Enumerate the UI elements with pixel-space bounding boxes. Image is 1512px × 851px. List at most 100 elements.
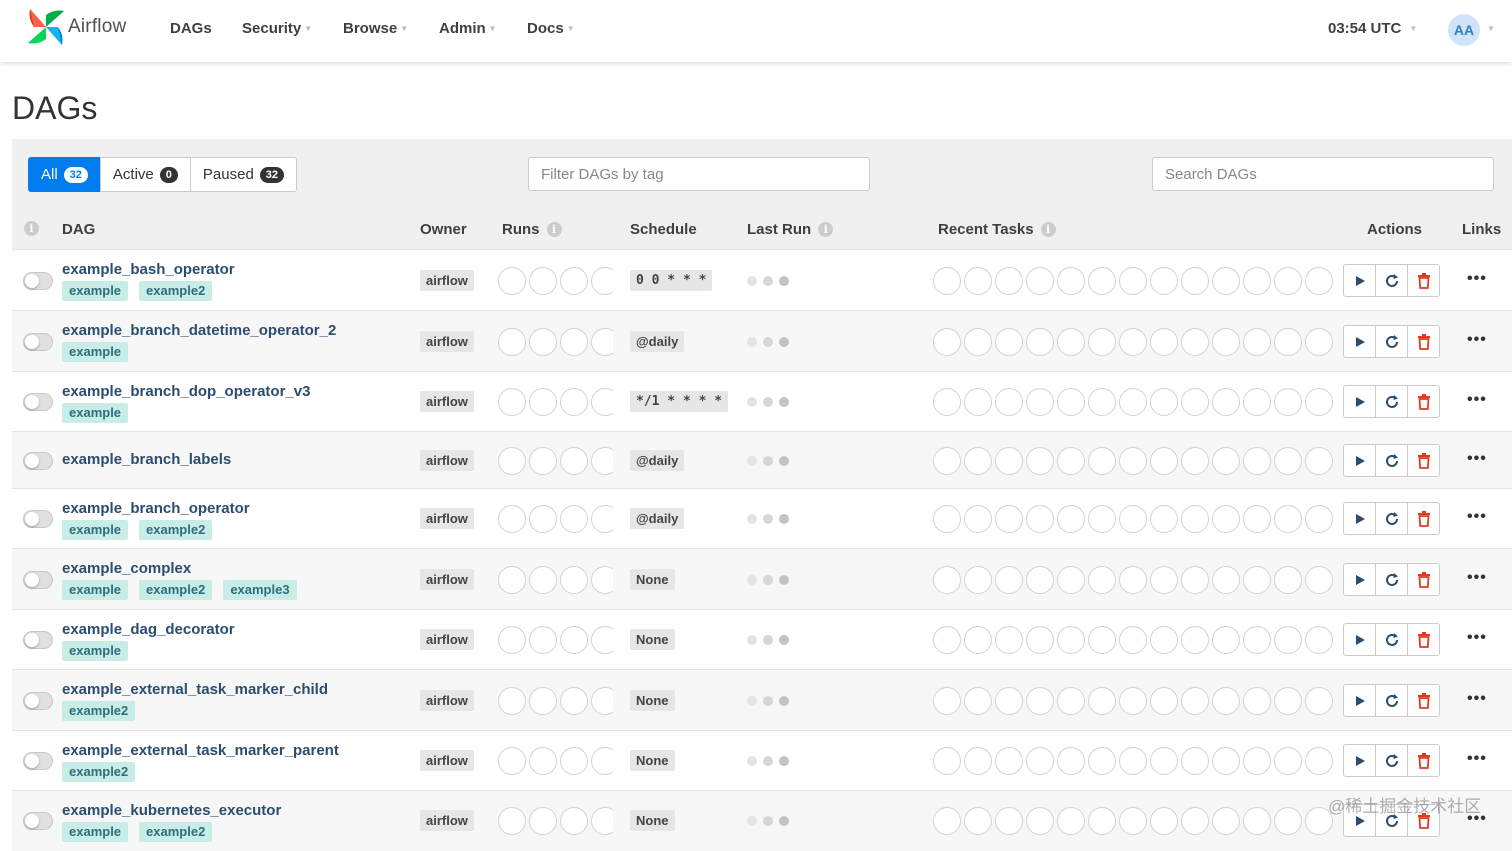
owner-badge[interactable]: airflow (420, 690, 474, 711)
pause-toggle[interactable] (23, 571, 53, 589)
task-state-circle[interactable] (995, 505, 1023, 533)
run-state-circle[interactable] (529, 566, 557, 594)
task-state-circle[interactable] (964, 505, 992, 533)
tag-badge[interactable]: example (62, 281, 129, 301)
run-state-circle[interactable] (560, 566, 588, 594)
trigger-dag-button[interactable] (1343, 744, 1376, 777)
task-state-circle[interactable] (1119, 267, 1147, 295)
task-state-circle[interactable] (1026, 687, 1054, 715)
task-state-circle[interactable] (933, 388, 961, 416)
task-state-circle[interactable] (1119, 807, 1147, 835)
task-state-circle[interactable] (1026, 328, 1054, 356)
trigger-dag-button[interactable] (1343, 264, 1376, 297)
tag-badge[interactable]: example2 (62, 762, 136, 782)
task-state-circle[interactable] (1181, 687, 1209, 715)
dag-link[interactable]: example_dag_decorator (62, 621, 235, 638)
task-state-circle[interactable] (1057, 388, 1085, 416)
task-state-circle[interactable] (1150, 626, 1178, 654)
run-state-circle[interactable] (529, 807, 557, 835)
task-state-circle[interactable] (1305, 505, 1333, 533)
dag-link[interactable]: example_external_task_marker_parent (62, 742, 339, 759)
col-header-last-run-label[interactable]: Last Run (747, 221, 811, 238)
filter-all-button[interactable]: All 32 (28, 157, 101, 192)
links-menu-button[interactable]: ••• (1467, 508, 1487, 526)
delete-dag-button[interactable] (1407, 744, 1440, 777)
tag-badge[interactable]: example2 (139, 822, 213, 842)
task-state-circle[interactable] (1057, 328, 1085, 356)
run-state-circle[interactable] (591, 747, 613, 775)
task-state-circle[interactable] (995, 747, 1023, 775)
task-state-circle[interactable] (933, 505, 961, 533)
delete-dag-button[interactable] (1407, 563, 1440, 596)
task-state-circle[interactable] (1119, 566, 1147, 594)
owner-badge[interactable]: airflow (420, 331, 474, 352)
refresh-dag-button[interactable] (1375, 563, 1408, 596)
refresh-dag-button[interactable] (1375, 385, 1408, 418)
task-state-circle[interactable] (933, 747, 961, 775)
run-state-circle[interactable] (560, 505, 588, 533)
task-state-circle[interactable] (1305, 328, 1333, 356)
run-state-circle[interactable] (498, 626, 526, 654)
task-state-circle[interactable] (995, 388, 1023, 416)
task-state-circle[interactable] (1274, 447, 1302, 475)
info-icon[interactable]: i (1040, 222, 1056, 237)
task-state-circle[interactable] (1088, 267, 1116, 295)
task-state-circle[interactable] (1212, 626, 1240, 654)
run-state-circle[interactable] (560, 447, 588, 475)
task-state-circle[interactable] (964, 566, 992, 594)
pause-toggle[interactable] (23, 692, 53, 710)
task-state-circle[interactable] (1274, 747, 1302, 775)
task-state-circle[interactable] (1026, 626, 1054, 654)
run-state-circle[interactable] (529, 447, 557, 475)
tag-filter-input[interactable] (528, 157, 870, 191)
run-state-circle[interactable] (498, 447, 526, 475)
tag-badge[interactable]: example2 (139, 520, 213, 540)
task-state-circle[interactable] (1119, 447, 1147, 475)
task-state-circle[interactable] (1274, 388, 1302, 416)
task-state-circle[interactable] (1243, 505, 1271, 533)
run-state-circle[interactable] (498, 807, 526, 835)
task-state-circle[interactable] (1150, 328, 1178, 356)
tag-badge[interactable]: example (62, 403, 129, 423)
run-state-circle[interactable] (529, 505, 557, 533)
trigger-dag-button[interactable] (1343, 623, 1376, 656)
refresh-dag-button[interactable] (1375, 684, 1408, 717)
dag-link[interactable]: example_branch_operator (62, 500, 250, 517)
run-state-circle[interactable] (591, 388, 613, 416)
pause-toggle[interactable] (23, 452, 53, 470)
delete-dag-button[interactable] (1407, 385, 1440, 418)
task-state-circle[interactable] (1181, 388, 1209, 416)
task-state-circle[interactable] (1212, 267, 1240, 295)
links-menu-button[interactable]: ••• (1467, 569, 1487, 587)
filter-active-button[interactable]: Active 0 (99, 157, 191, 192)
run-state-circle[interactable] (498, 267, 526, 295)
dag-link[interactable]: example_bash_operator (62, 261, 235, 278)
task-state-circle[interactable] (1212, 447, 1240, 475)
pause-toggle[interactable] (23, 510, 53, 528)
owner-badge[interactable]: airflow (420, 450, 474, 471)
dag-link[interactable]: example_branch_dop_operator_v3 (62, 383, 310, 400)
run-state-circle[interactable] (529, 747, 557, 775)
task-state-circle[interactable] (1212, 566, 1240, 594)
task-state-circle[interactable] (1150, 687, 1178, 715)
pause-toggle[interactable] (23, 272, 53, 290)
task-state-circle[interactable] (1088, 747, 1116, 775)
nav-dags[interactable]: DAGs (170, 20, 212, 37)
dag-link[interactable]: example_kubernetes_executor (62, 802, 281, 819)
run-state-circle[interactable] (591, 566, 613, 594)
task-state-circle[interactable] (1088, 626, 1116, 654)
tag-badge[interactable]: example (62, 520, 129, 540)
task-state-circle[interactable] (1274, 267, 1302, 295)
run-state-circle[interactable] (498, 505, 526, 533)
task-state-circle[interactable] (964, 388, 992, 416)
task-state-circle[interactable] (1212, 388, 1240, 416)
tag-badge[interactable]: example2 (139, 281, 213, 301)
task-state-circle[interactable] (1057, 626, 1085, 654)
owner-badge[interactable]: airflow (420, 508, 474, 529)
task-state-circle[interactable] (964, 447, 992, 475)
task-state-circle[interactable] (1212, 687, 1240, 715)
task-state-circle[interactable] (964, 328, 992, 356)
task-state-circle[interactable] (1150, 505, 1178, 533)
run-state-circle[interactable] (529, 328, 557, 356)
run-state-circle[interactable] (529, 626, 557, 654)
